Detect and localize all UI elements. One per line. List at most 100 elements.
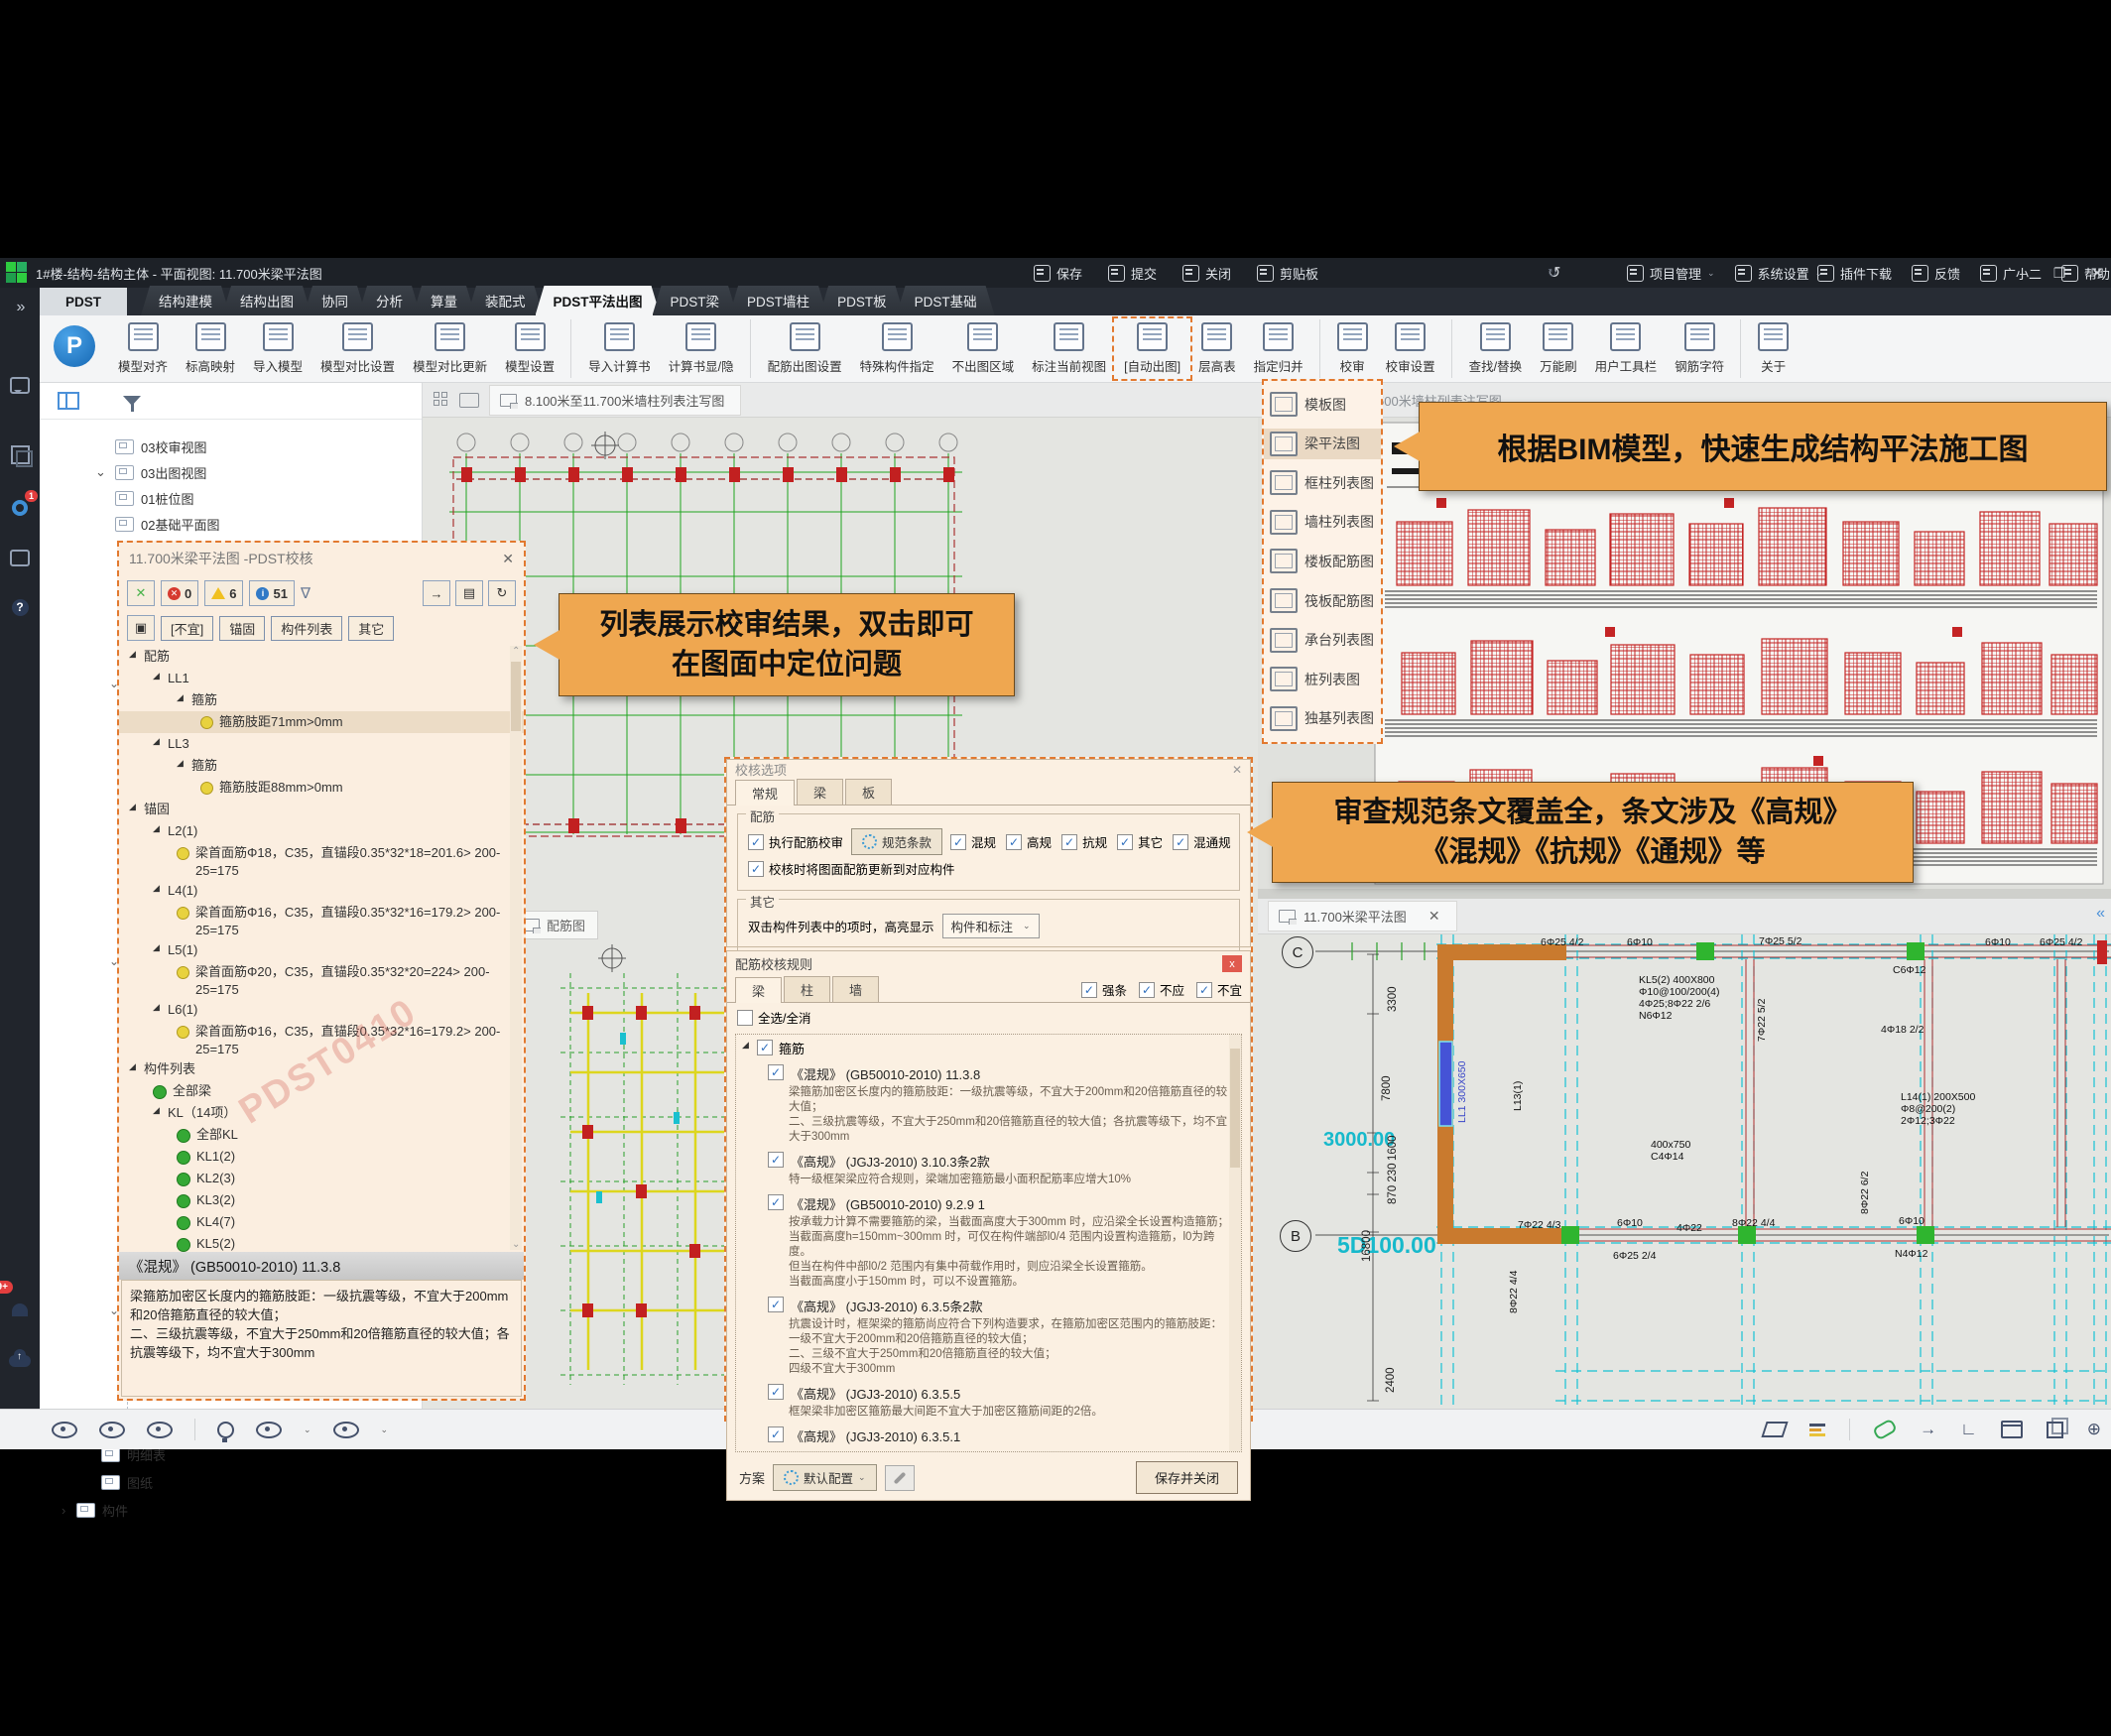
check-tree-item[interactable]: 全部梁 <box>119 1080 524 1102</box>
check-tree-item[interactable]: KL3(2) <box>119 1189 524 1211</box>
cube-icon[interactable] <box>2047 1422 2063 1438</box>
view-splitter[interactable] <box>1258 889 2111 899</box>
check-tree-item[interactable]: 箍筋 <box>119 755 524 777</box>
new-view-icon[interactable] <box>459 393 479 408</box>
drawing-type-item[interactable]: 模板图 <box>1264 389 1381 420</box>
section-icon[interactable] <box>1761 1422 1788 1437</box>
check-tree-item[interactable]: 配筋 <box>119 646 524 668</box>
report-icon[interactable]: ▤ <box>455 580 483 606</box>
ribbon-button[interactable]: 万能刷 <box>1531 319 1586 378</box>
ribbon-button[interactable]: 模型设置 <box>496 319 571 378</box>
select-all-checkbox[interactable]: 全选/全消 <box>737 1008 810 1027</box>
flag-checkbox[interactable]: 强条 <box>1081 980 1127 999</box>
ribbon-button[interactable]: 标高映射 <box>177 319 244 378</box>
error-count-badge[interactable]: ✕0 <box>161 580 198 606</box>
redo-icon[interactable]: ↻ <box>1548 266 1557 280</box>
cloud-upload-icon[interactable] <box>0 1341 40 1381</box>
chat-icon[interactable] <box>0 365 40 405</box>
titlebar-action[interactable]: 剪贴板 <box>1257 264 1324 283</box>
ribbon-button[interactable]: 导入模型 <box>244 319 311 378</box>
layers-icon[interactable] <box>1809 1424 1825 1436</box>
scrollbar[interactable] <box>510 646 522 1250</box>
titlebar-link[interactable]: 插件下载 <box>1817 264 1892 283</box>
check-tree-item[interactable]: 锚固 <box>119 799 524 820</box>
drawing-type-item[interactable]: 桩列表图 <box>1264 664 1381 694</box>
check-tree-item[interactable]: L6(1) <box>119 999 524 1021</box>
rule-item[interactable]: 《混规》 (GB50010-2010) 9.2.9 1 按承载力计算不需要箍筋的… <box>768 1194 1235 1290</box>
rule-item[interactable]: 《混规》 (GB50010-2010) 11.3.8 梁箍筋加密区长度内的箍筋肢… <box>768 1064 1235 1145</box>
drawing-type-item[interactable]: 梁平法图 <box>1264 429 1381 459</box>
visibility-box-icon[interactable] <box>99 1422 125 1438</box>
titlebar-action[interactable]: 保存 <box>1034 264 1088 283</box>
check-tree-item[interactable]: 构件列表 <box>119 1058 524 1080</box>
flag-checkbox[interactable]: 不宜 <box>1196 980 1242 999</box>
checkbox-run-check[interactable]: 执行配筋校审 <box>748 832 843 851</box>
filter-icon[interactable]: ∇ <box>301 584 310 602</box>
close-tab-icon[interactable]: ✕ <box>1428 908 1440 925</box>
check-tree-item[interactable]: 箍筋 <box>119 689 524 711</box>
check-tree-item[interactable]: 全部KL <box>119 1124 524 1146</box>
filter-icon[interactable] <box>123 396 141 406</box>
right-bottom-canvas[interactable]: CB 5D100.003000.00 330078001600870 23016… <box>1258 934 2111 1409</box>
drawing-type-item[interactable]: 独基列表图 <box>1264 703 1381 734</box>
project-tree-item-components[interactable]: › 构件 <box>62 1501 128 1520</box>
titlebar-menu[interactable]: 项目管理 ⌄ <box>1627 264 1715 283</box>
drawing-tab[interactable]: 8.100米至11.700米墙柱列表注写图 <box>489 385 741 416</box>
ribbon-button[interactable]: 导入计算书 <box>579 319 660 378</box>
ribbon-button[interactable]: 钢筋字符 <box>1666 319 1741 378</box>
info-count-badge[interactable]: i51 <box>249 580 294 606</box>
ribbon-tab[interactable]: 协同 <box>304 286 366 315</box>
ribbon-button[interactable]: 校审 <box>1328 319 1377 378</box>
tab-pdst-app[interactable]: PDST <box>40 288 127 315</box>
ribbon-button[interactable]: 计算书显/隐 <box>660 319 751 378</box>
checkbox-code[interactable]: 高规 <box>1006 832 1052 851</box>
visibility-icon[interactable] <box>52 1422 77 1438</box>
sync-icon[interactable]: ↻ <box>488 580 516 606</box>
project-tree-item[interactable]: 01桩位图 <box>40 485 422 511</box>
view-grid-icon[interactable] <box>434 392 449 408</box>
wrench-icon[interactable] <box>885 1465 915 1491</box>
project-tree-item[interactable]: 03校审视图 <box>40 434 422 459</box>
project-tree-item[interactable]: 图纸 <box>101 1473 153 1492</box>
check-tree-item[interactable]: LL3 <box>119 733 524 755</box>
pdst-logo-icon[interactable]: P <box>54 325 95 367</box>
rule-item[interactable]: 《高规》 (JGJ3-2010) 6.3.5.1 <box>768 1426 1235 1445</box>
ribbon-button[interactable]: 关于 <box>1749 319 1798 378</box>
check-tree-item[interactable]: L2(1) <box>119 820 524 842</box>
ribbon-button[interactable]: 校审设置 <box>1377 319 1452 378</box>
checkbox-code[interactable]: 抗规 <box>1061 832 1107 851</box>
ortho-icon[interactable]: ∟ <box>1960 1420 1977 1439</box>
dialog-tab[interactable]: 墙 <box>832 976 879 1002</box>
rule-item[interactable]: 《高规》 (JGJ3-2010) 6.3.5条2款 抗震设计时，框架梁的箍筋尚应… <box>768 1297 1235 1377</box>
model-3d-icon[interactable] <box>0 434 40 474</box>
dialog-tab[interactable]: 梁 <box>797 779 843 805</box>
spec-clauses-button[interactable]: 规范条款 <box>851 828 942 855</box>
check-tree-item[interactable]: L5(1) <box>119 939 524 961</box>
warning-count-badge[interactable]: 6 <box>204 580 243 606</box>
ribbon-button[interactable]: 查找/替换 <box>1460 319 1531 378</box>
check-tree-item[interactable]: LL1 <box>119 668 524 689</box>
titlebar-action[interactable]: 提交 <box>1108 264 1163 283</box>
ribbon-button[interactable]: 模型对比设置 <box>311 319 404 378</box>
check-tree-item[interactable]: 梁首面筋Φ16，C35，直锚段0.35*32*16=179.2> 200-25=… <box>119 902 524 939</box>
link-icon[interactable]: 1 <box>0 488 40 528</box>
rule-category[interactable]: 箍筋 <box>742 1039 1235 1057</box>
visibility-settings-icon[interactable] <box>333 1422 359 1438</box>
project-tree-item[interactable]: 03出图视图 <box>40 459 422 485</box>
titlebar-action[interactable]: 关闭 <box>1182 264 1237 283</box>
ribbon-tab[interactable]: 分析 <box>358 286 421 315</box>
help-circle-icon[interactable]: ? <box>0 587 40 627</box>
ribbon-tab[interactable]: PDST基础 <box>897 286 995 315</box>
notification-bell-icon[interactable]: 99+ <box>0 1290 40 1329</box>
ribbon-button[interactable]: 用户工具栏 <box>1586 319 1667 378</box>
highlight-mode-select[interactable]: 构件和标注⌄ <box>942 914 1040 938</box>
drawing-type-item[interactable]: 墙柱列表图 <box>1264 507 1381 538</box>
check-tree-item[interactable]: 箍筋肢距71mm>0mm <box>119 711 524 733</box>
check-tree-item[interactable]: 梁首面筋Φ20，C35，直锚段0.35*32*20=224> 200-25=17… <box>119 961 524 999</box>
check-tree-item[interactable]: 梁首面筋Φ18，C35，直锚段0.35*32*18=201.6> 200-25=… <box>119 842 524 880</box>
drawing-tab-active[interactable]: 11.700米梁平法图 ✕ <box>1268 901 1457 931</box>
rule-item[interactable]: 《高规》 (JGJ3-2010) 6.3.5.5 框架梁非加密区箍筋最大间距不宜… <box>768 1384 1235 1420</box>
ribbon-tab[interactable]: PDST梁 <box>653 286 738 315</box>
ribbon-button[interactable]: 层高表 <box>1189 319 1245 378</box>
ribbon-button[interactable]: 配筋出图设置 <box>759 319 851 378</box>
